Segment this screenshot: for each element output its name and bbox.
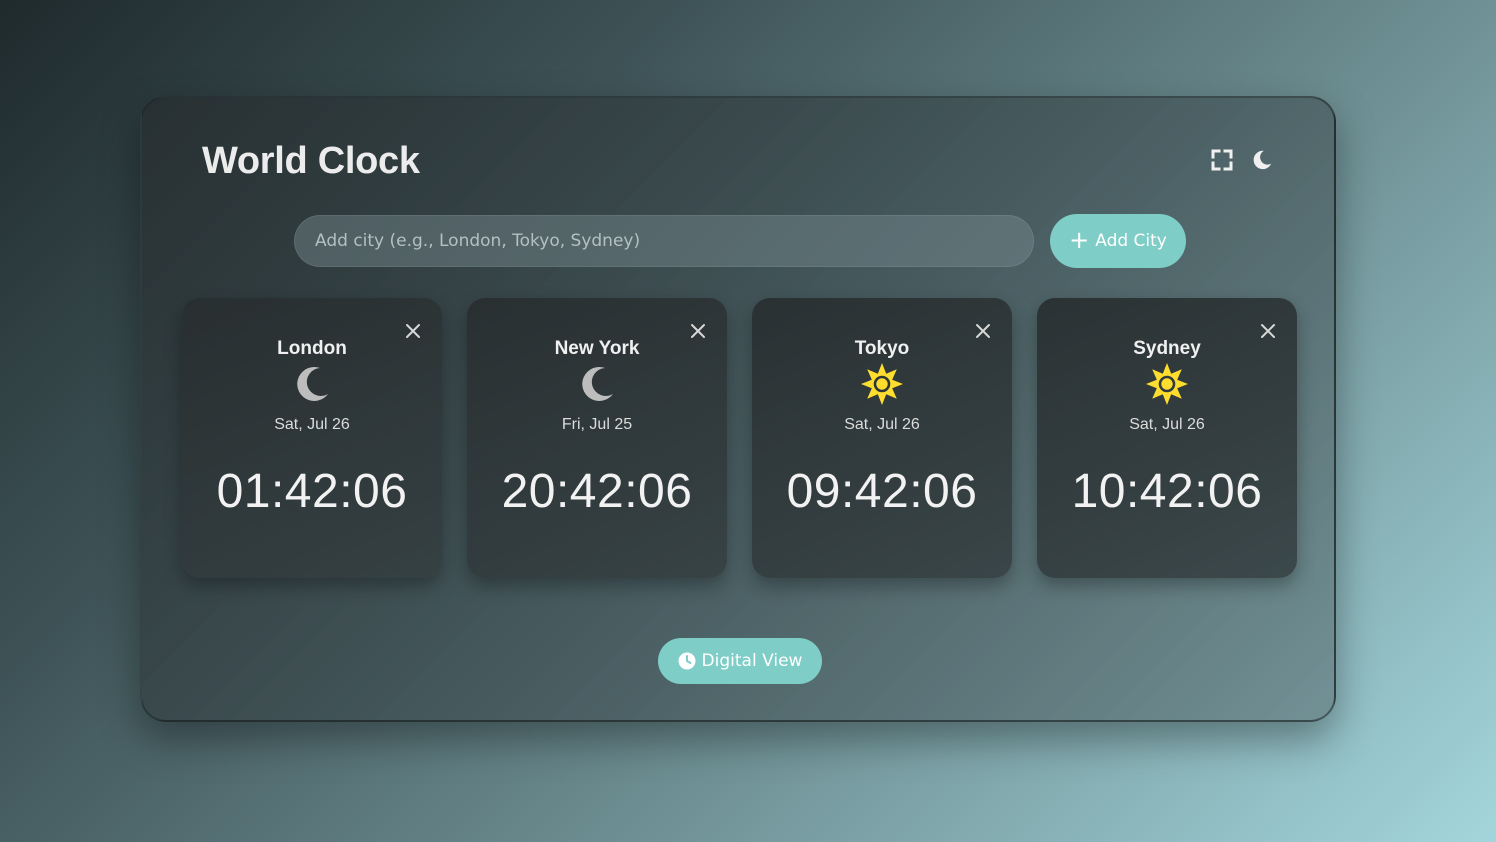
sun-icon (1146, 363, 1188, 405)
fullscreen-icon (1211, 149, 1233, 171)
digital-view-button[interactable]: Digital View (658, 638, 822, 684)
moon-icon (1253, 150, 1272, 170)
city-card-london: London Sat, Jul 26 01:42:06 (182, 298, 442, 578)
add-city-button[interactable]: + Add City (1050, 214, 1186, 268)
city-time: 10:42:06 (1071, 465, 1263, 518)
city-card-sydney: Sydney Sat, Jul 26 10:42:06 (1037, 298, 1297, 578)
city-time: 01:42:06 (216, 465, 408, 518)
city-name: Tokyo (854, 338, 910, 359)
theme-toggle-button[interactable] (1250, 148, 1274, 172)
city-name: Sydney (1133, 338, 1201, 359)
sun-icon (861, 363, 903, 405)
page-title: World Clock (202, 140, 420, 182)
city-date: Sat, Jul 26 (844, 416, 920, 433)
plus-icon: + (1069, 226, 1090, 254)
city-date: Fri, Jul 25 (561, 416, 633, 433)
city-search-input[interactable] (294, 215, 1034, 267)
city-cards: London Sat, Jul 26 01:42:06 New York Fri… (182, 298, 1297, 578)
city-card-new-york: New York Fri, Jul 25 20:42:06 (467, 298, 727, 578)
city-time: 20:42:06 (501, 465, 693, 518)
city-name: New York (554, 338, 640, 359)
moon-icon (582, 366, 613, 401)
clock-icon (678, 652, 696, 670)
moon-icon (297, 366, 328, 401)
digital-view-label: Digital View (701, 651, 803, 671)
world-clock-panel: World Clock + Add City London (140, 96, 1336, 722)
city-time: 09:42:06 (786, 465, 978, 518)
city-card-tokyo: Tokyo Sat, Jul 26 09:42:06 (752, 298, 1012, 578)
fullscreen-button[interactable] (1210, 148, 1234, 172)
city-date: Sat, Jul 26 (274, 416, 350, 433)
city-date: Sat, Jul 26 (1129, 416, 1205, 433)
city-name: London (277, 338, 347, 359)
add-city-label: Add City (1095, 231, 1167, 251)
header-controls (1210, 148, 1274, 172)
add-city-row: + Add City (294, 214, 1186, 268)
